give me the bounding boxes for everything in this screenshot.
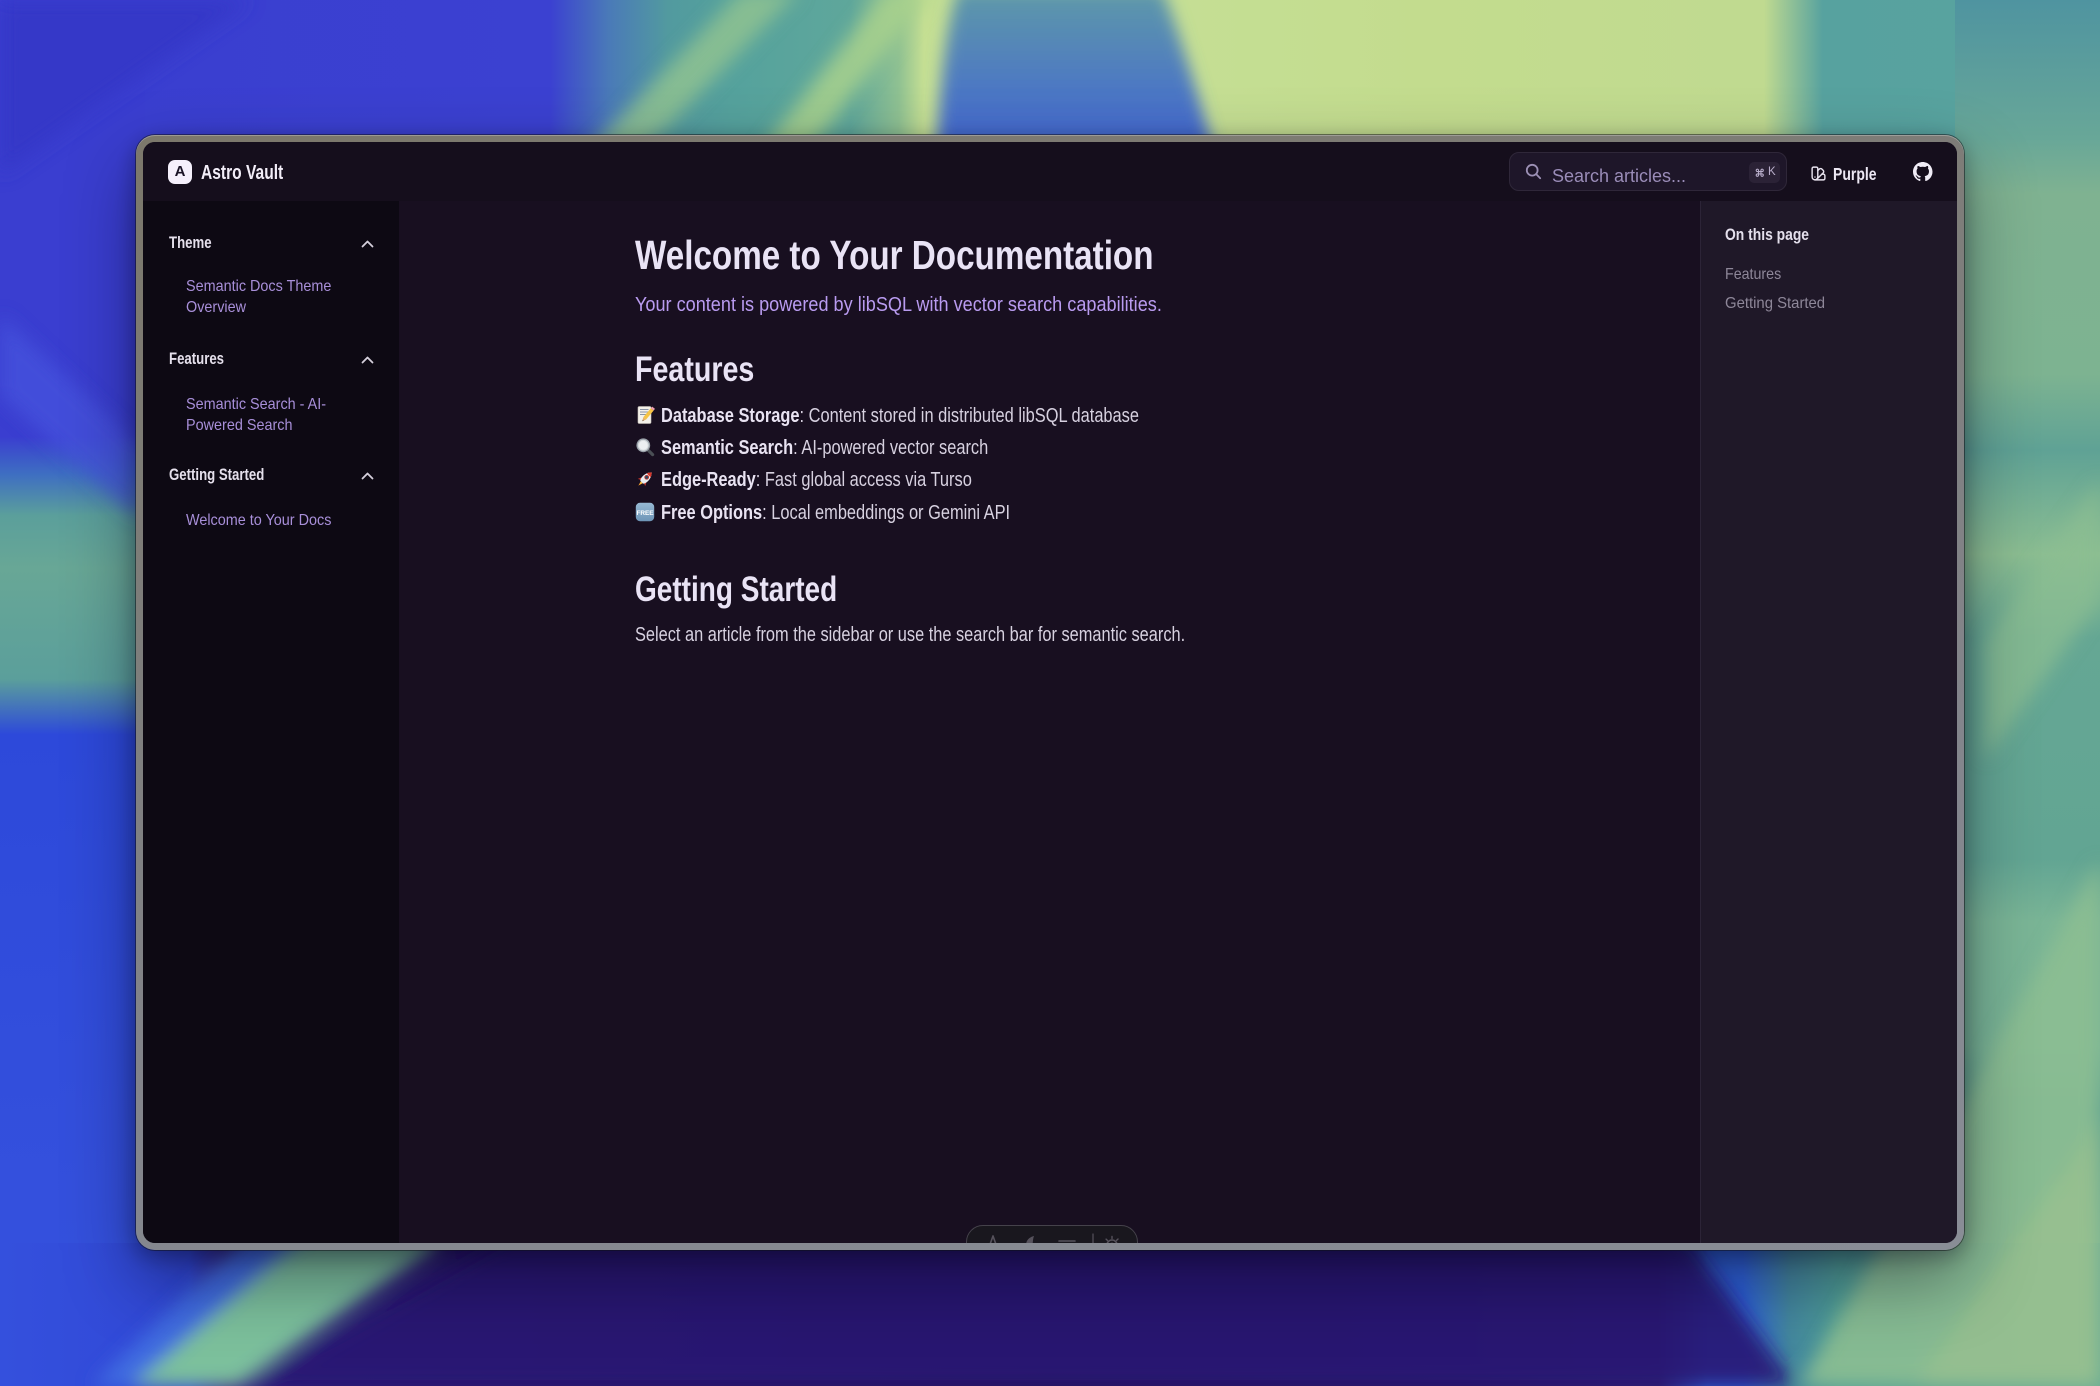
svg-text:FREE: FREE (636, 510, 654, 517)
